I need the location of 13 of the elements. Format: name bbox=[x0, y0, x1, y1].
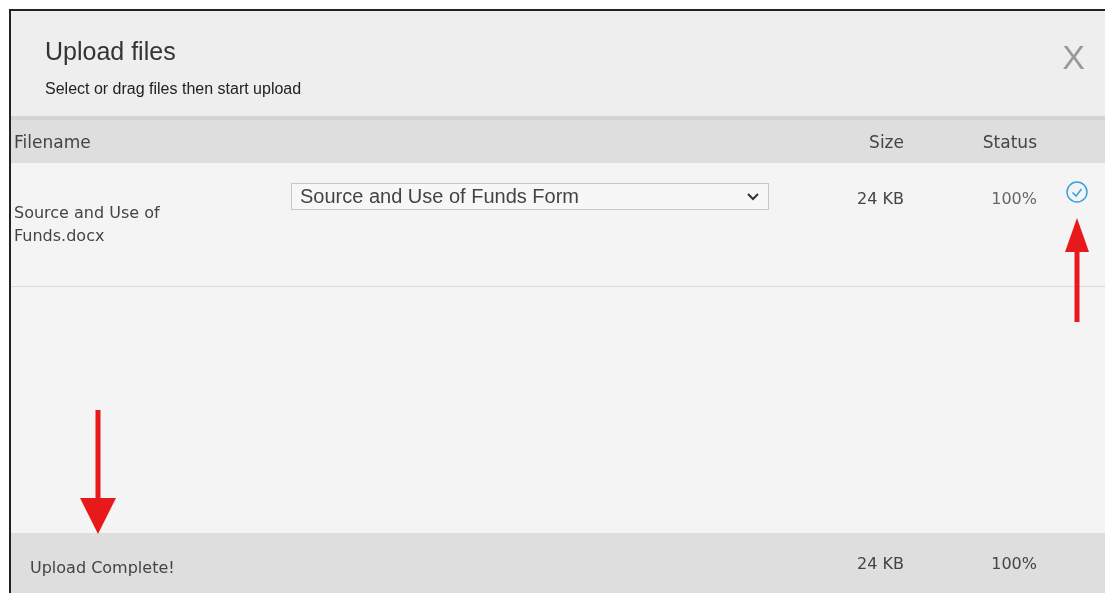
column-heading: Filename bbox=[13, 131, 92, 152]
total-percentage-text: 100% bbox=[990, 553, 1037, 573]
document-type-dropdown[interactable]: Source and Use of Funds Form bbox=[291, 183, 769, 210]
file-name: Source and Use of Funds.docx bbox=[13, 202, 161, 247]
upload-status-message: Upload Complete! bbox=[29, 556, 176, 577]
chevron-down-icon bbox=[746, 192, 760, 201]
total-size: 24 KB bbox=[856, 553, 904, 573]
dialog-title: Upload files bbox=[45, 37, 177, 66]
file-size: 24 KB bbox=[856, 188, 904, 210]
upload-percentage-text: 100% bbox=[990, 188, 1037, 210]
column-heading: Size bbox=[868, 131, 904, 152]
column-heading: Status bbox=[981, 131, 1037, 152]
dialog-subtitle: Select or drag files then start upload bbox=[45, 80, 302, 98]
